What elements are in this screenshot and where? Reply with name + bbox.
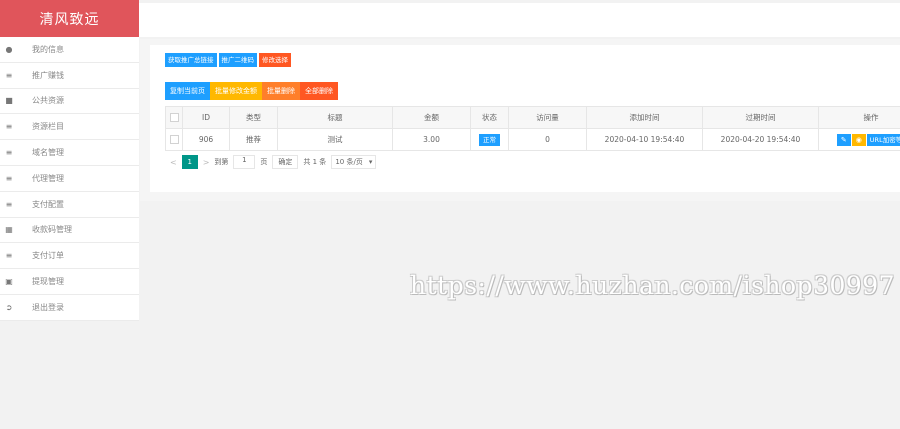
sidebar-item-orders[interactable]: ≡ 支付订单	[0, 243, 139, 270]
prev-page-icon[interactable]: <	[170, 158, 177, 167]
cell-expire-time: 2020-04-20 19:54:40	[702, 128, 819, 151]
goto-label: 到第	[214, 158, 229, 166]
row-checkbox[interactable]	[169, 135, 179, 145]
url-encrypt-button[interactable]: URL加密等	[866, 133, 900, 146]
sidebar-item-my-info[interactable]: ● 我的信息	[0, 37, 139, 63]
sidebar-item-label: 代理管理	[32, 173, 64, 183]
current-page[interactable]: 1	[181, 155, 198, 169]
header-bar	[139, 3, 900, 37]
table-header-row: ID 类型 标题 金额 状态 访问量 添加时间 过期时间 操作	[165, 106, 900, 129]
money-icon: ▣	[5, 277, 13, 287]
column-header[interactable]: 状态	[470, 106, 509, 129]
column-header[interactable]: 类型	[229, 106, 278, 129]
page-input[interactable]: 1	[233, 155, 256, 169]
sidebar-item-label: 公共资源	[32, 96, 64, 106]
sidebar-item-resource-columns[interactable]: ≡ 资源栏目	[0, 114, 139, 141]
row-select-cell	[165, 128, 183, 151]
top-toolbar: 获取推广总链接 推广二维码 修改选择	[165, 53, 291, 67]
batch-delete-button[interactable]: 批量删除	[262, 82, 300, 100]
cell-type: 推荐	[229, 128, 278, 151]
cell-added-time: 2020-04-10 19:54:40	[586, 128, 703, 151]
column-header[interactable]: 标题	[277, 106, 393, 129]
sidebar-item-label: 我的信息	[32, 44, 64, 54]
column-header: 操作	[818, 106, 900, 129]
cell-actions: ✎ ◉ URL加密等	[818, 128, 900, 151]
sidebar-item-label: 收款码管理	[32, 225, 72, 235]
edit-icon[interactable]: ✎	[836, 133, 851, 146]
logout-icon: ➲	[5, 302, 13, 312]
cell-id: 906	[182, 128, 230, 151]
column-header[interactable]: ID	[182, 106, 230, 129]
row-actions: ✎ ◉ URL加密等	[836, 133, 900, 146]
qrcode-button[interactable]: 推广二维码	[218, 53, 257, 67]
sidebar-item-label: 支付配置	[32, 199, 64, 209]
select-all-cell	[165, 106, 183, 129]
sidebar: 清风致远 ● 我的信息 ≡ 推广赚钱 ■ 公共资源 ≡ 资源栏目 ≡ 域名管理 …	[0, 0, 139, 321]
column-header[interactable]: 访问量	[508, 106, 587, 129]
page-size-select[interactable]: 10 条/页 ▾	[331, 155, 377, 169]
watermark-text: https://www.huzhan.com/ishop30997	[410, 271, 896, 300]
user-icon: ●	[5, 44, 13, 54]
column-header[interactable]: 过期时间	[702, 106, 819, 129]
chevron-down-icon: ▾	[368, 158, 373, 166]
sidebar-item-logout[interactable]: ➲ 退出登录	[0, 295, 139, 321]
sidebar-item-public-resources[interactable]: ■ 公共资源	[0, 89, 139, 115]
next-page-icon[interactable]: >	[203, 158, 210, 167]
page-label: 页	[260, 158, 268, 166]
column-header[interactable]: 添加时间	[586, 106, 703, 129]
list-icon: ≡	[5, 173, 13, 183]
sidebar-item-label: 资源栏目	[32, 122, 64, 132]
list-icon: ≡	[5, 251, 13, 261]
sidebar-item-domains[interactable]: ≡ 域名管理	[0, 140, 139, 166]
edit-selected-button[interactable]: 修改选择	[259, 53, 291, 67]
cell-amount: 3.00	[392, 128, 471, 151]
cell-status: 正常	[470, 128, 509, 151]
status-badge[interactable]: 正常	[479, 133, 500, 146]
list-icon: ≡	[5, 122, 13, 132]
sidebar-item-label: 退出登录	[32, 302, 64, 312]
qrcode-icon: ▦	[5, 225, 13, 235]
page-size-value: 10 条/页	[335, 158, 363, 166]
list-icon: ≡	[5, 199, 13, 209]
sidebar-item-agents[interactable]: ≡ 代理管理	[0, 166, 139, 192]
list-icon: ≡	[5, 148, 13, 158]
total-count: 共 1 条	[303, 158, 327, 166]
sidebar-item-label: 推广赚钱	[32, 70, 64, 80]
settings-icon[interactable]: ◉	[851, 133, 866, 146]
batch-toolbar: 复制当前页 批量修改金额 批量删除 全部删除	[165, 82, 338, 100]
select-all-checkbox[interactable]	[169, 113, 179, 123]
cell-title: 测试	[277, 128, 393, 151]
get-link-button[interactable]: 获取推广总链接	[165, 53, 217, 67]
cell-views: 0	[508, 128, 587, 151]
sidebar-item-qrcode[interactable]: ▦ 收款码管理	[0, 218, 139, 244]
pagination: < 1 > 到第 1 页 确定 共 1 条 10 条/页 ▾	[170, 155, 377, 169]
video-icon: ■	[5, 96, 13, 106]
sidebar-item-promote[interactable]: ≡ 推广赚钱	[0, 63, 139, 89]
delete-all-button[interactable]: 全部删除	[300, 82, 338, 100]
goto-confirm-button[interactable]: 确定	[272, 155, 299, 169]
sidebar-item-label: 支付订单	[32, 251, 64, 261]
table-row: 906 推荐 测试 3.00 正常 0 2020-04-10 19:54:40 …	[165, 128, 900, 151]
brand-title: 清风致远	[0, 0, 139, 37]
list-icon: ≡	[5, 70, 13, 80]
sidebar-item-label: 提现管理	[32, 277, 64, 287]
sidebar-item-withdraw[interactable]: ▣ 提现管理	[0, 269, 139, 295]
data-table: ID 类型 标题 金额 状态 访问量 添加时间 过期时间 操作 906 推荐 测…	[165, 106, 900, 151]
sidebar-item-payment-config[interactable]: ≡ 支付配置	[0, 192, 139, 218]
copy-page-button[interactable]: 复制当前页	[165, 82, 210, 100]
batch-edit-button[interactable]: 批量修改金额	[210, 82, 262, 100]
column-header[interactable]: 金额	[392, 106, 471, 129]
sidebar-item-label: 域名管理	[32, 148, 64, 158]
